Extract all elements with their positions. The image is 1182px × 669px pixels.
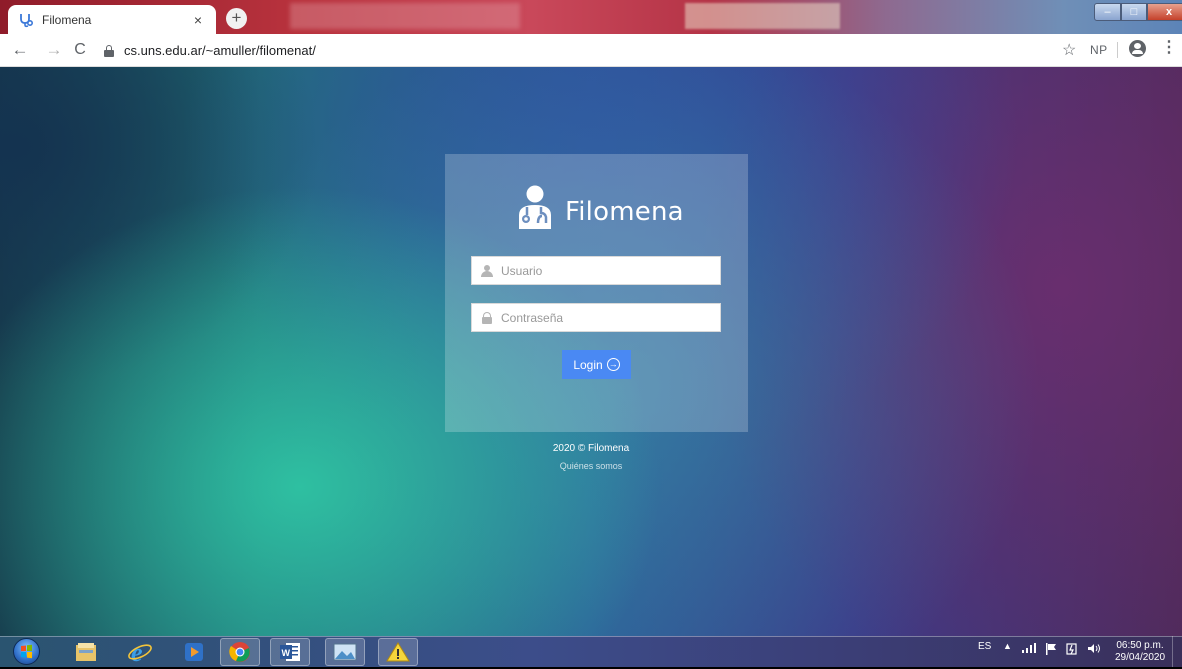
extension-np-button[interactable]: NP — [1090, 43, 1108, 57]
media-player-taskbar-button[interactable] — [174, 638, 214, 666]
login-page-background: Filomena Login → 2020 © Filomena Quiénes… — [0, 67, 1182, 636]
chrome-taskbar-button[interactable] — [220, 638, 260, 666]
maximize-button[interactable]: □ — [1121, 3, 1147, 21]
power-icon[interactable] — [1066, 642, 1078, 664]
new-tab-button[interactable]: + — [226, 8, 247, 29]
window-controls: – □ x — [1094, 3, 1182, 21]
background-window-tab — [290, 3, 520, 29]
more-menu-icon[interactable]: ⋮ — [1161, 40, 1177, 56]
svg-text:e: e — [131, 640, 143, 664]
word-taskbar-button[interactable]: W — [270, 638, 310, 666]
user-icon — [481, 264, 493, 277]
start-button[interactable] — [13, 638, 40, 665]
password-input[interactable] — [501, 310, 711, 325]
back-arrow-icon[interactable]: ← — [10, 40, 30, 60]
doctor-logo-icon — [519, 185, 551, 229]
browser-tab-filomena[interactable]: Filomena × — [8, 5, 216, 34]
reload-icon[interactable]: C — [70, 40, 90, 60]
tab-close-icon[interactable]: × — [190, 12, 206, 28]
show-hidden-icons-icon[interactable]: ▲ — [1003, 641, 1012, 663]
image-viewer-taskbar-button[interactable] — [325, 638, 365, 666]
username-input[interactable] — [501, 263, 711, 278]
brand-name: Filomena — [565, 197, 684, 227]
file-explorer-taskbar-button[interactable] — [66, 638, 106, 666]
warning-icon — [386, 642, 410, 662]
lock-icon — [481, 311, 493, 324]
brand-logo: Filomena — [515, 184, 684, 232]
password-field[interactable] — [471, 303, 721, 332]
internet-explorer-icon: e — [128, 640, 152, 664]
warning-app-taskbar-button[interactable] — [378, 638, 418, 666]
language-indicator[interactable]: ES — [978, 641, 991, 663]
volume-icon[interactable] — [1088, 643, 1101, 665]
login-card: Filomena Login → — [445, 154, 748, 432]
photo-viewer-icon — [333, 643, 357, 661]
footer-copyright: 2020 © Filomena — [552, 443, 630, 454]
username-field[interactable] — [471, 256, 721, 285]
toolbar-divider — [1117, 42, 1118, 58]
bookmark-star-icon[interactable]: ☆ — [1062, 40, 1076, 60]
minimize-button[interactable]: – — [1094, 3, 1121, 21]
stethoscope-favicon-icon — [18, 12, 34, 28]
action-center-flag-icon[interactable] — [1045, 643, 1057, 665]
chrome-icon — [229, 642, 250, 662]
word-icon: W — [280, 643, 300, 661]
system-clock[interactable]: 06:50 p.m. 29/04/2020 — [1110, 640, 1170, 664]
url-text: cs.uns.edu.ar/~amuller/filomenat/ — [124, 42, 316, 58]
login-button-label: Login — [573, 357, 603, 372]
address-bar[interactable]: cs.uns.edu.ar/~amuller/filomenat/ — [104, 37, 1064, 63]
close-window-button[interactable]: x — [1147, 3, 1182, 21]
forward-arrow-icon[interactable]: → — [44, 40, 64, 60]
profile-avatar-icon[interactable] — [1129, 40, 1146, 57]
media-player-icon — [185, 643, 203, 661]
browser-toolbar: ← → C cs.uns.edu.ar/~amuller/filomenat/ — [0, 34, 1182, 67]
internet-explorer-taskbar-button[interactable]: e — [120, 638, 160, 666]
clock-date: 29/04/2020 — [1114, 652, 1166, 663]
background-window-tab — [685, 3, 840, 29]
browser-title-bar: Filomena × + – □ x — [0, 0, 1182, 34]
login-button[interactable]: Login → — [562, 350, 631, 379]
folder-icon — [76, 643, 96, 661]
windows-logo-icon — [21, 644, 32, 659]
lock-icon — [104, 44, 114, 57]
clock-time: 06:50 p.m. — [1116, 640, 1164, 651]
arrow-circle-right-icon: → — [606, 358, 620, 371]
show-desktop-button[interactable] — [1172, 636, 1182, 667]
about-us-link[interactable]: Quiénes somos — [0, 461, 1182, 471]
svg-text:W: W — [282, 648, 291, 658]
signal-icon[interactable] — [1022, 643, 1036, 665]
tab-title: Filomena — [42, 12, 92, 27]
